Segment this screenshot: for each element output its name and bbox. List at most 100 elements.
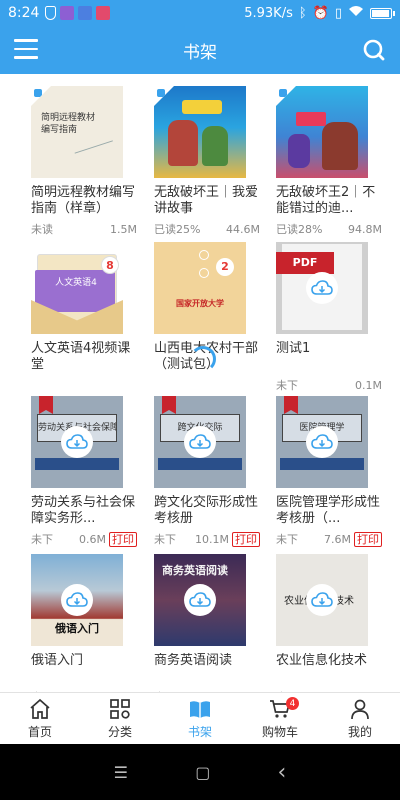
download-cloud-icon[interactable] xyxy=(61,426,93,458)
book-meta: 未下 7.6M 打印 xyxy=(276,531,382,547)
book-size: 7.6M xyxy=(324,532,351,546)
tab-cart-label: 购物车 xyxy=(261,725,298,739)
book-meta: 未下 10.1M 打印 xyxy=(154,531,260,547)
download-cloud-icon[interactable] xyxy=(184,584,216,616)
book-size: 44.6M xyxy=(226,222,260,236)
book-title: 无敌破坏王｜我爱讲故事 xyxy=(154,185,259,216)
home-button[interactable]: ▢ xyxy=(195,763,210,782)
person-icon xyxy=(351,699,369,720)
bookshelf-grid: 简明远程教材 编写指南 简明远程教材编写指南（样章） 未读 1.5M 无敌破坏王｜我爱讲… xyxy=(0,74,400,692)
back-button[interactable]: ‹ xyxy=(278,760,287,785)
cart-badge: 4 xyxy=(286,697,299,710)
book-cover[interactable]: 农业信息化技术 xyxy=(276,554,368,646)
tab-home-label: 首页 xyxy=(27,725,52,739)
book-cover[interactable]: 劳动关系与社会保障实务 xyxy=(31,396,123,488)
book-item[interactable]: 医院管理学医院管理学形成性考核册（... 未下 7.6M打印 xyxy=(276,396,382,547)
book-item[interactable]: 人文英语4 8 人文英语4视频课堂 xyxy=(31,242,137,393)
book-size: 94.8M xyxy=(348,222,382,236)
book-cover[interactable]: 人文英语4 8 xyxy=(31,242,123,334)
book-title: 人文英语4视频课堂 xyxy=(31,341,131,372)
chat-notification-icon xyxy=(78,6,93,20)
cover-text: 人文英语4 xyxy=(55,278,97,288)
book-title: 劳动关系与社会保障实务形... xyxy=(31,495,136,526)
tab-bookshelf[interactable]: 书架 xyxy=(160,693,240,744)
book-title: 跨文化交际形成性考核册 xyxy=(154,495,259,526)
book-meta: 已读25% 44.6M xyxy=(154,221,260,237)
cover-text: 商务英语阅读 xyxy=(162,564,228,577)
book-status: 未下 xyxy=(276,379,298,392)
tab-cart[interactable]: 4 购物车 xyxy=(240,693,320,744)
cover-text: 俄语入门 xyxy=(55,622,99,635)
download-cloud-icon[interactable] xyxy=(61,584,93,616)
cover-text: PDF xyxy=(276,252,334,274)
book-status: 未下 xyxy=(154,533,176,546)
book-meta: 未下 0.6M 打印 xyxy=(31,531,137,547)
download-cloud-icon[interactable] xyxy=(306,426,338,458)
tab-category[interactable]: 分类 xyxy=(80,693,160,744)
page-title: 书架 xyxy=(183,42,217,63)
system-nav-bar: ☰ ▢ ‹ xyxy=(0,744,400,800)
wifi-icon xyxy=(348,5,364,21)
print-button[interactable]: 打印 xyxy=(109,531,137,547)
bluetooth-icon: ᛒ xyxy=(298,5,307,21)
cover-text: 国家开放大学 xyxy=(176,299,224,308)
download-cloud-icon[interactable] xyxy=(306,272,338,304)
download-cloud-icon[interactable] xyxy=(306,584,338,616)
location-icon xyxy=(96,6,111,20)
book-cover[interactable]: 2 国家开放大学 xyxy=(154,242,246,334)
book-cover[interactable]: 俄语入门 xyxy=(31,554,123,646)
book-item[interactable]: 商务英语阅读商务英语阅读未下21.8M xyxy=(154,554,260,692)
book-title: 无敌破坏王2｜不能错过的迪... xyxy=(276,185,376,216)
book-status: 已读28% xyxy=(276,223,323,236)
book-cover[interactable]: 简明远程教材 编写指南 xyxy=(31,86,123,178)
book-status: 未下 xyxy=(276,533,298,546)
book-meta: 未读 1.5M xyxy=(31,221,137,237)
search-icon[interactable] xyxy=(362,38,386,62)
book-title: 商务英语阅读 xyxy=(154,653,233,668)
tab-category-label: 分类 xyxy=(107,725,132,739)
recent-apps-button[interactable]: ☰ xyxy=(114,763,128,782)
book-meta xyxy=(31,377,137,393)
book-cover[interactable] xyxy=(276,86,368,178)
cover-count-badge: 8 xyxy=(101,256,119,274)
book-meta: 未下 0.1M xyxy=(276,377,382,393)
tab-mine[interactable]: 我的 xyxy=(320,693,400,744)
book-item[interactable]: 跨文化交际跨文化交际形成性考核册未下 10.1M打印 xyxy=(154,396,260,547)
book-status: 已读25% xyxy=(154,223,201,236)
cover-text: 简明远程教材 编写指南 xyxy=(41,113,96,135)
notification-icons xyxy=(45,6,111,20)
book-item[interactable]: 俄语入门俄语入门未下5.1M xyxy=(31,554,137,692)
home-icon xyxy=(30,698,50,719)
book-size: 10.1M xyxy=(195,532,229,546)
app-bar: 书架 xyxy=(0,26,400,74)
menu-icon[interactable] xyxy=(14,39,38,61)
book-size: 0.6M xyxy=(79,532,106,546)
book-cover[interactable]: 商务英语阅读 xyxy=(154,554,246,646)
book-item[interactable]: 无敌破坏王2｜不能错过的迪... 已读28% 94.8M xyxy=(276,86,382,237)
book-title: 医院管理学形成性考核册（... xyxy=(276,495,381,526)
book-item[interactable]: 简明远程教材 编写指南 简明远程教材编写指南（样章） 未读 1.5M xyxy=(31,86,137,237)
tab-mine-label: 我的 xyxy=(347,725,372,739)
book-meta: 已读28% 94.8M xyxy=(276,221,382,237)
print-button[interactable]: 打印 xyxy=(354,531,382,547)
book-item[interactable]: 农业信息化技术农业信息化技术未下6.6M xyxy=(276,554,382,692)
book-cover[interactable] xyxy=(154,86,246,178)
book-item[interactable]: 劳动关系与社会保障实务劳动关系与社会保障实务形... 未下 0.6M打印 xyxy=(31,396,137,547)
print-button[interactable]: 打印 xyxy=(232,531,260,547)
book-item[interactable]: 无敌破坏王｜我爱讲故事已读25% 44.6M xyxy=(154,86,260,237)
book-cover[interactable]: PDF xyxy=(276,242,368,334)
book-size: 1.5M xyxy=(110,222,137,236)
grid-icon xyxy=(110,699,130,719)
loading-spinner-icon xyxy=(190,346,216,372)
book-cover[interactable]: 跨文化交际 xyxy=(154,396,246,488)
book-size: 0.1M xyxy=(355,378,382,392)
status-time: 8:24 xyxy=(8,5,40,21)
book-item[interactable]: PDF 测试1 未下 0.1M xyxy=(276,242,382,393)
shield-icon xyxy=(45,6,57,20)
tab-home[interactable]: 首页 xyxy=(0,693,80,744)
bottom-nav: 首页 分类 书架 4 购物车 我的 xyxy=(0,692,400,744)
book-cover[interactable]: 医院管理学 xyxy=(276,396,368,488)
download-cloud-icon[interactable] xyxy=(184,426,216,458)
book-icon xyxy=(190,701,210,718)
tab-bookshelf-label: 书架 xyxy=(187,725,212,739)
